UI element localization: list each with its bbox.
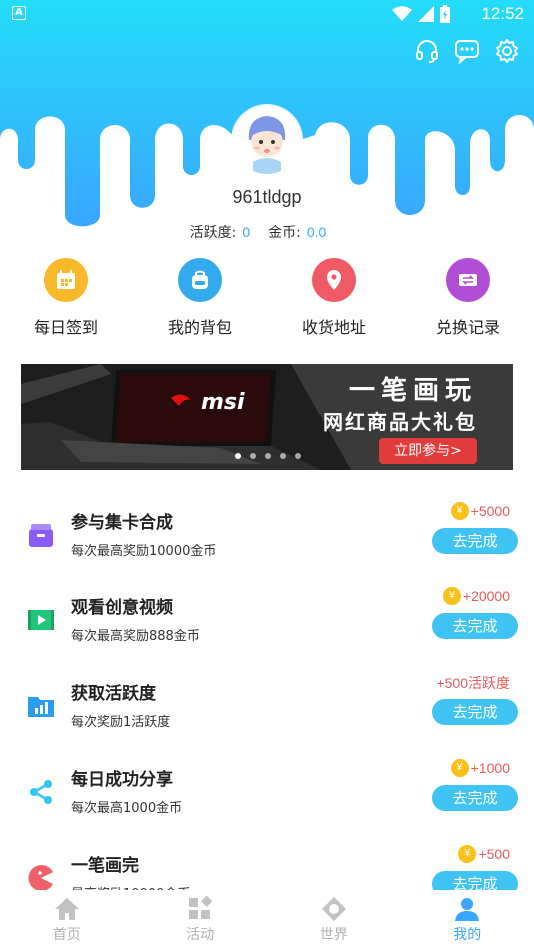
avatar-illustration [233,106,301,174]
pagination-dot[interactable] [280,453,286,459]
coins-value: 0.0 [306,224,327,240]
gear-icon[interactable] [494,38,520,64]
pagination-dot[interactable] [250,453,256,459]
quick-item-label: 我的背包 [167,318,232,337]
username: 961tldgp [232,187,302,207]
task-reward: +500活跃度 [436,673,510,693]
reward-amount: +500活跃度 [436,675,510,691]
task-reward: ¥ +5000 [450,502,510,520]
status-icons [392,5,450,23]
nav-item-activity[interactable]: 活动 [134,890,268,950]
wifi-icon [392,6,412,21]
grid-icon [189,896,213,919]
quick-item-exchange-history[interactable]: 兑换记录 [408,258,528,338]
person-icon [455,898,480,921]
profile-stats: 活跃度: 0 金币: 0.0 [0,222,534,242]
pagination-dot[interactable] [235,453,241,459]
task-item: 获取活跃度 每次奖励1活跃度 +500活跃度 去完成 [0,669,534,755]
banner-pagination [235,453,301,459]
task-item: 观看创意视频 每次最高奖励888金币 ¥ +20000 去完成 [0,583,534,669]
coin-icon: ¥ [450,759,469,777]
pagination-dot[interactable] [265,453,271,459]
task-reward: ¥ +1000 [450,759,510,777]
task-name: 获取活跃度 [71,684,156,704]
promo-banner[interactable]: msi 一笔画玩 网红商品大礼包 立即参与> [21,364,513,470]
activity-label: 活跃度: [189,225,237,241]
nav-label: 世界 [319,927,348,943]
task-item: 参与集卡合成 每次最高奖励10000金币 ¥ +5000 去完成 [0,498,534,584]
profile-header: A 12:52 [0,0,534,250]
ticket-icon [446,258,490,302]
task-reward: ¥ +500 [458,845,510,863]
task-go-button[interactable]: 去完成 [432,528,518,554]
task-go-button[interactable]: 去完成 [432,613,518,639]
coin-icon: ¥ [442,587,461,605]
status-bar: A 12:52 [0,0,534,28]
task-description: 每次最高1000金币 [71,801,183,816]
task-description: 每次最高奖励888金币 [71,629,200,644]
quick-item-label: 收货地址 [301,318,366,337]
task-description: 每次最高奖励10000金币 [71,544,217,559]
bottom-navigation: 首页 活动 世界 我的 [0,890,534,950]
task-reward: ¥ +20000 [442,587,510,605]
calendar-icon [44,258,88,302]
coins-label: 金币: [268,225,301,241]
reward-amount: +500 [478,846,510,862]
chat-icon[interactable] [454,38,480,65]
task-item: 每日成功分享 每次最高1000金币 ¥ +1000 去完成 [0,755,534,841]
quick-menu: 每日签到 我的背包 收货地址 兑换记录 [0,258,534,342]
quick-item-label: 兑换记录 [435,318,500,337]
video-play-icon [28,610,54,630]
reward-amount: +1000 [470,760,510,776]
banner-subtitle: 网红商品大礼包 [323,410,477,434]
task-name: 观看创意视频 [71,598,173,618]
banner-brand: msi [201,390,245,415]
reward-amount: +5000 [470,503,510,519]
nav-item-home[interactable]: 首页 [0,890,134,950]
nav-label: 首页 [52,927,81,943]
task-go-button[interactable]: 去完成 [432,699,518,725]
reward-amount: +20000 [462,588,510,604]
home-icon [54,898,79,920]
bar-chart-icon [28,697,54,717]
task-name: 参与集卡合成 [71,513,173,533]
nav-item-mine[interactable]: 我的 [401,890,534,950]
nav-label: 我的 [453,927,482,943]
coin-icon: ¥ [450,502,469,520]
location-pin-icon [312,258,356,302]
nav-item-world[interactable]: 世界 [267,890,401,950]
task-name: 每日成功分享 [71,770,173,790]
banner-cta-button[interactable]: 立即参与> [379,438,477,464]
task-name: 一笔画完 [71,856,139,876]
task-description: 每次奖励1活跃度 [71,715,171,730]
quick-item-address[interactable]: 收货地址 [274,258,394,338]
coin-icon: ¥ [458,845,477,863]
quick-item-backpack[interactable]: 我的背包 [140,258,260,338]
share-icon [30,780,52,804]
profile-screen: A 12:52 961tldgp 活跃度: 0 金币: 0.0 每日签到 我的背… [0,0,534,950]
quick-item-label: 每日签到 [33,318,98,337]
pacman-icon [28,865,53,891]
box-icon [29,524,53,547]
notification-icon: A [12,6,26,20]
activity-value: 0 [242,224,251,240]
task-go-button[interactable]: 去完成 [432,785,518,811]
signal-icon [418,6,434,22]
banner-title: 一笔画玩 [348,376,477,406]
header-actions [414,38,520,65]
diamond-icon [321,897,346,921]
nav-label: 活动 [186,927,215,943]
status-time: 12:52 [481,4,524,23]
avatar[interactable] [233,106,301,174]
pagination-dot[interactable] [295,453,301,459]
battery-icon [440,5,450,23]
backpack-icon [178,258,222,302]
quick-item-daily-checkin[interactable]: 每日签到 [6,258,126,338]
headset-icon[interactable] [414,38,440,64]
